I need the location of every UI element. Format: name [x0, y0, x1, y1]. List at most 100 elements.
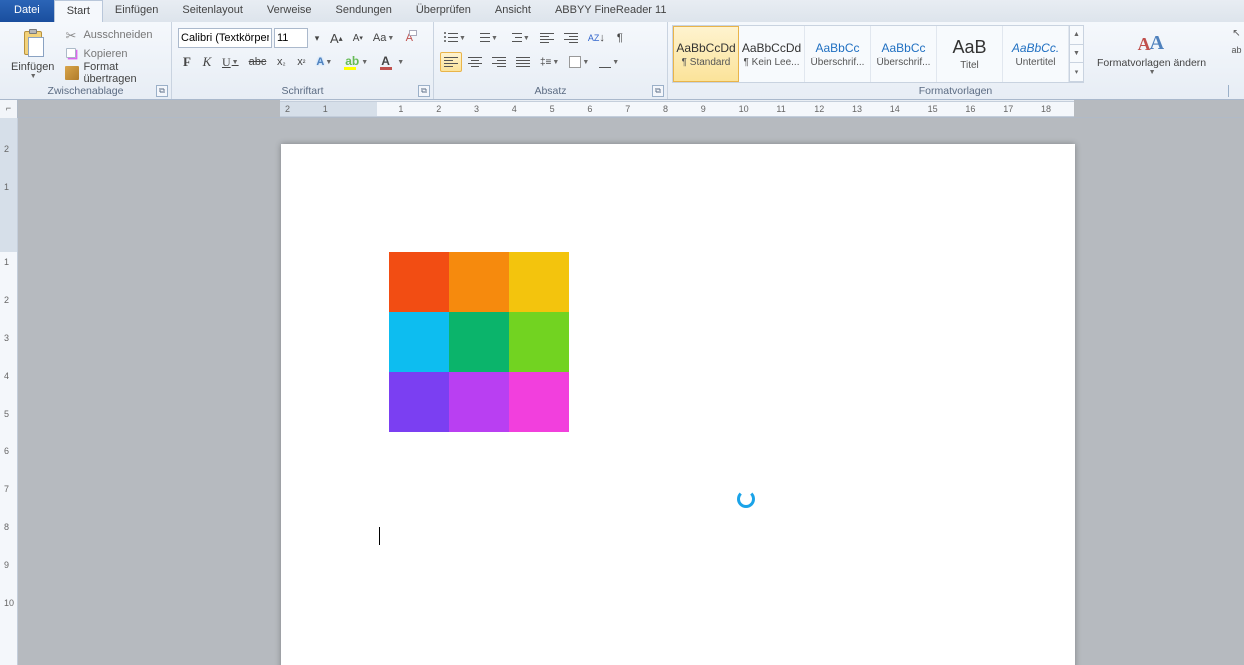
- ruler-tick: 3: [474, 104, 479, 114]
- style-name: Titel: [960, 60, 979, 71]
- ruler-tick: 2: [436, 104, 441, 114]
- ruler-tick: 1: [398, 104, 403, 114]
- group-clipboard-label: Zwischenablage: [4, 84, 167, 99]
- style-preview: AaBbCc: [815, 41, 859, 55]
- borders-button[interactable]: ▼: [595, 52, 623, 72]
- multilevel-list-button[interactable]: ▼: [504, 28, 534, 48]
- gallery-scroll-more[interactable]: ▾: [1070, 63, 1083, 82]
- ruler-corner[interactable]: ⌐: [0, 100, 18, 118]
- paste-button[interactable]: Einfügen ▼: [4, 24, 61, 84]
- paragraph-launcher[interactable]: ⧉: [652, 85, 664, 97]
- decrease-indent-button[interactable]: [536, 28, 558, 48]
- ruler-gap-right: [1074, 100, 1244, 117]
- ruler-tick: 16: [965, 104, 975, 114]
- grid-cell-2: [509, 252, 569, 312]
- tab-addin-abbyy[interactable]: ABBYY FineReader 11: [543, 0, 679, 22]
- align-justify-button[interactable]: [512, 52, 534, 72]
- font-size-dropdown[interactable]: ▾: [310, 30, 324, 46]
- text-effects-button[interactable]: A▼: [312, 52, 336, 72]
- ribbon: Einfügen ▼ ✂ Ausschneiden Kopieren Forma…: [0, 22, 1244, 100]
- work-area: 2112345678910: [0, 118, 1244, 665]
- color-grid-image: [389, 252, 569, 432]
- style-item-3[interactable]: AaBbCcÜberschrif...: [871, 26, 937, 82]
- group-paragraph-label: Absatz: [438, 84, 663, 99]
- bold-button[interactable]: F: [178, 52, 196, 72]
- vruler-tick: 7: [4, 484, 9, 494]
- ruler-tick: 10: [739, 104, 749, 114]
- grid-cell-0: [389, 252, 449, 312]
- tab-page-layout[interactable]: Seitenlayout: [170, 0, 255, 22]
- highlight-color-button[interactable]: ab▼: [338, 52, 372, 72]
- horizontal-ruler[interactable]: 21123456789101112131415161718: [280, 101, 1074, 117]
- cut-button[interactable]: ✂ Ausschneiden: [63, 26, 165, 43]
- copy-icon: [65, 47, 79, 61]
- change-styles-button[interactable]: Formatvorlagen ändern ▼: [1090, 24, 1213, 84]
- brush-icon: [65, 66, 79, 80]
- font-launcher[interactable]: ⧉: [418, 85, 430, 97]
- grid-cell-7: [449, 372, 509, 432]
- gallery-scroll-up[interactable]: ▲: [1070, 26, 1083, 45]
- align-left-button[interactable]: [440, 52, 462, 72]
- format-painter-button[interactable]: Format übertragen: [63, 64, 165, 81]
- group-styles: AaBbCcDd¶ StandardAaBbCcDd¶ Kein Lee...A…: [668, 22, 1244, 99]
- loading-spinner-icon: [737, 490, 755, 508]
- ruler-tick: 14: [890, 104, 900, 114]
- align-center-button[interactable]: [464, 52, 486, 72]
- grid-cell-1: [449, 252, 509, 312]
- grow-font-button[interactable]: A▴: [326, 28, 347, 48]
- change-case-button[interactable]: Aa▼: [369, 28, 398, 48]
- vertical-ruler[interactable]: 2112345678910: [0, 118, 18, 665]
- subscript-button[interactable]: x: [272, 52, 290, 72]
- gallery-scroll-down[interactable]: ▼: [1070, 45, 1083, 64]
- align-right-button[interactable]: [488, 52, 510, 72]
- ruler-tick: 15: [928, 104, 938, 114]
- vruler-tick: 6: [4, 446, 9, 456]
- style-item-2[interactable]: AaBbCcÜberschrif...: [805, 26, 871, 82]
- font-size-select[interactable]: [274, 28, 308, 48]
- change-styles-label: Formatvorlagen ändern: [1097, 58, 1206, 69]
- tab-home[interactable]: Start: [54, 0, 103, 22]
- styles-gallery[interactable]: AaBbCcDd¶ StandardAaBbCcDd¶ Kein Lee...A…: [672, 25, 1084, 83]
- show-marks-button[interactable]: ¶: [611, 28, 629, 48]
- shrink-font-button[interactable]: A▾: [349, 28, 367, 48]
- vruler-tick: 8: [4, 522, 9, 532]
- clipboard-launcher[interactable]: ⧉: [156, 85, 168, 97]
- select-arrow-icon[interactable]: ↖: [1232, 28, 1240, 39]
- underline-button[interactable]: U▼: [218, 52, 243, 72]
- ruler-gap: [18, 100, 280, 117]
- tab-references[interactable]: Verweise: [255, 0, 324, 22]
- tab-file[interactable]: Datei: [0, 0, 54, 22]
- font-color-button[interactable]: A▼: [374, 52, 408, 72]
- document-page[interactable]: [281, 144, 1075, 665]
- editing-group-partial: ↖ ab: [1229, 22, 1244, 100]
- shading-button[interactable]: ▼: [565, 52, 593, 72]
- scissors-icon: ✂: [65, 28, 79, 42]
- tab-view[interactable]: Ansicht: [483, 0, 543, 22]
- italic-button[interactable]: K: [198, 52, 216, 72]
- vruler-tick: 3: [4, 333, 9, 343]
- style-item-0[interactable]: AaBbCcDd¶ Standard: [673, 26, 739, 82]
- grid-cell-8: [509, 372, 569, 432]
- superscript-button[interactable]: x: [292, 52, 310, 72]
- style-item-4[interactable]: AaBTitel: [937, 26, 1003, 82]
- bullets-button[interactable]: ▼: [440, 28, 470, 48]
- numbering-button[interactable]: ▼: [472, 28, 502, 48]
- sort-button[interactable]: AZ↓: [584, 28, 609, 48]
- style-name: ¶ Kein Lee...: [744, 57, 800, 68]
- style-item-1[interactable]: AaBbCcDd¶ Kein Lee...: [739, 26, 805, 82]
- tab-insert[interactable]: Einfügen: [103, 0, 170, 22]
- strikethrough-button[interactable]: abc: [245, 52, 271, 72]
- font-name-select[interactable]: [178, 28, 272, 48]
- clear-formatting-button[interactable]: A: [400, 28, 418, 48]
- cut-label: Ausschneiden: [83, 29, 152, 41]
- vruler-tick: 4: [4, 371, 9, 381]
- line-spacing-button[interactable]: ‡≡▼: [536, 52, 563, 72]
- tab-review[interactable]: Überprüfen: [404, 0, 483, 22]
- copy-button[interactable]: Kopieren: [63, 45, 165, 62]
- tab-mailings[interactable]: Sendungen: [324, 0, 404, 22]
- chevron-down-icon: ▼: [1149, 69, 1156, 76]
- find-icon[interactable]: ab: [1231, 45, 1241, 55]
- style-item-5[interactable]: AaBbCc.Untertitel: [1003, 26, 1069, 82]
- increase-indent-button[interactable]: [560, 28, 582, 48]
- vruler-tick: 1: [4, 257, 9, 267]
